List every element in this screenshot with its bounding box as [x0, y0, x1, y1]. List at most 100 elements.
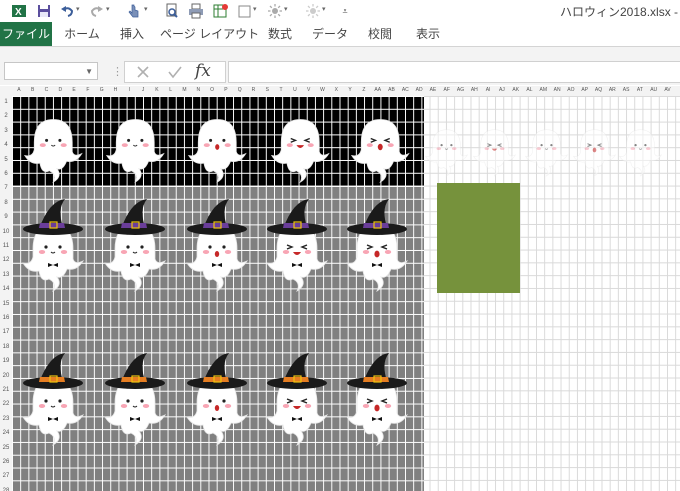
- column-header-af[interactable]: AF: [440, 87, 454, 93]
- column-header-aq[interactable]: AQ: [592, 87, 606, 93]
- column-header-x[interactable]: X: [329, 87, 343, 93]
- row-header-4[interactable]: 4: [0, 142, 12, 148]
- column-header-l[interactable]: L: [164, 87, 178, 93]
- name-box[interactable]: ▼: [4, 62, 98, 80]
- column-header-e[interactable]: E: [67, 87, 81, 93]
- enter-icon[interactable]: [163, 62, 187, 82]
- ghost-orange-hat-4-icon[interactable]: [262, 348, 332, 453]
- print-icon[interactable]: [186, 1, 206, 21]
- print-area-icon[interactable]: [210, 1, 232, 21]
- contrast-icon[interactable]: [304, 1, 322, 21]
- column-header-al[interactable]: AL: [523, 87, 537, 93]
- tab-view[interactable]: 表示: [410, 22, 446, 46]
- row-header-17[interactable]: 17: [0, 329, 12, 335]
- formula-bar-grip-icon[interactable]: ⋮: [112, 65, 123, 78]
- shape-dropdown-icon[interactable]: ▾: [253, 5, 257, 13]
- ghost-purple-hat-3-icon[interactable]: [182, 194, 252, 299]
- name-box-dropdown-icon[interactable]: ▼: [85, 63, 93, 81]
- ghost-orange-hat-3-icon[interactable]: [182, 348, 252, 453]
- column-header-w[interactable]: W: [316, 87, 330, 93]
- tab-insert[interactable]: 挿入: [112, 22, 152, 46]
- column-header-d[interactable]: D: [53, 87, 67, 93]
- green-rectangle-shape[interactable]: [437, 183, 520, 293]
- tab-data[interactable]: データ: [308, 22, 352, 46]
- column-header-k[interactable]: K: [150, 87, 164, 93]
- brightness-dropdown-icon[interactable]: ▾: [284, 5, 288, 13]
- column-header-r[interactable]: R: [247, 87, 261, 93]
- row-header-8[interactable]: 8: [0, 200, 12, 206]
- tab-file[interactable]: ファイル: [0, 22, 52, 46]
- row-header-21[interactable]: 21: [0, 387, 12, 393]
- undo-dropdown-icon[interactable]: ▾: [76, 5, 80, 13]
- insert-function-icon[interactable]: fx: [195, 61, 211, 81]
- row-header-5[interactable]: 5: [0, 157, 12, 163]
- row-header-19[interactable]: 19: [0, 358, 12, 364]
- column-header-aa[interactable]: AA: [371, 87, 385, 93]
- ghost-plain-faded-5-icon[interactable]: [616, 108, 665, 183]
- column-header-ag[interactable]: AG: [454, 87, 468, 93]
- column-header-an[interactable]: AN: [550, 87, 564, 93]
- row-header-26[interactable]: 26: [0, 459, 12, 465]
- row-header-13[interactable]: 13: [0, 272, 12, 278]
- column-header-h[interactable]: H: [109, 87, 123, 93]
- shape-icon[interactable]: [236, 1, 252, 21]
- row-header-24[interactable]: 24: [0, 430, 12, 436]
- ghost-purple-hat-1-icon[interactable]: [18, 194, 88, 299]
- touch-dropdown-icon[interactable]: ▾: [144, 5, 148, 13]
- ghost-plain-faded-3-icon[interactable]: [522, 108, 571, 183]
- column-header-g[interactable]: G: [95, 87, 109, 93]
- ghost-plain-faded-4-icon[interactable]: [570, 108, 619, 183]
- customize-qat-icon[interactable]: ⩡: [338, 1, 352, 21]
- row-header-20[interactable]: 20: [0, 373, 12, 379]
- row-header-3[interactable]: 3: [0, 128, 12, 134]
- ghost-orange-hat-2-icon[interactable]: [100, 348, 170, 453]
- ghost-plain-1-icon[interactable]: [20, 96, 87, 190]
- ghost-plain-4-icon[interactable]: [267, 96, 334, 190]
- column-header-y[interactable]: Y: [343, 87, 357, 93]
- column-header-b[interactable]: B: [26, 87, 40, 93]
- column-header-j[interactable]: J: [136, 87, 150, 93]
- tab-page-layout[interactable]: ページ レイアウト: [160, 22, 259, 46]
- column-header-a[interactable]: A: [12, 87, 26, 93]
- row-header-2[interactable]: 2: [0, 113, 12, 119]
- ghost-purple-hat-4-icon[interactable]: [262, 194, 332, 299]
- column-header-z[interactable]: Z: [357, 87, 371, 93]
- undo-icon[interactable]: [58, 1, 76, 21]
- row-header-10[interactable]: 10: [0, 229, 12, 235]
- tab-formulas[interactable]: 数式: [262, 22, 298, 46]
- column-header-c[interactable]: C: [40, 87, 54, 93]
- column-header-o[interactable]: O: [205, 87, 219, 93]
- column-header-as[interactable]: AS: [619, 87, 633, 93]
- row-header-22[interactable]: 22: [0, 401, 12, 407]
- tab-home[interactable]: ホーム: [58, 22, 106, 46]
- column-header-au[interactable]: AU: [647, 87, 661, 93]
- contrast-dropdown-icon[interactable]: ▾: [322, 5, 326, 13]
- column-header-ap[interactable]: AP: [578, 87, 592, 93]
- column-header-ab[interactable]: AB: [385, 87, 399, 93]
- ghost-purple-hat-5-icon[interactable]: [342, 194, 412, 299]
- ghost-plain-2-icon[interactable]: [102, 96, 169, 190]
- column-header-t[interactable]: T: [274, 87, 288, 93]
- ghost-purple-hat-2-icon[interactable]: [100, 194, 170, 299]
- ghost-orange-hat-5-icon[interactable]: [342, 348, 412, 453]
- column-header-ah[interactable]: AH: [467, 87, 481, 93]
- row-header-1[interactable]: 1: [0, 99, 12, 105]
- column-header-am[interactable]: AM: [536, 87, 550, 93]
- worksheet-grid[interactable]: [12, 96, 680, 491]
- column-header-ak[interactable]: AK: [509, 87, 523, 93]
- cancel-icon[interactable]: [131, 62, 155, 82]
- tab-review[interactable]: 校閲: [362, 22, 398, 46]
- row-header-6[interactable]: 6: [0, 171, 12, 177]
- row-header-9[interactable]: 9: [0, 214, 12, 220]
- ghost-plain-faded-1-icon[interactable]: [422, 108, 471, 183]
- column-header-v[interactable]: V: [302, 87, 316, 93]
- row-header-16[interactable]: 16: [0, 315, 12, 321]
- formula-input[interactable]: [228, 61, 680, 83]
- column-header-m[interactable]: M: [178, 87, 192, 93]
- redo-icon[interactable]: [88, 1, 106, 21]
- row-header-14[interactable]: 14: [0, 286, 12, 292]
- column-header-ac[interactable]: AC: [398, 87, 412, 93]
- column-header-u[interactable]: U: [288, 87, 302, 93]
- row-header-25[interactable]: 25: [0, 445, 12, 451]
- column-header-p[interactable]: P: [219, 87, 233, 93]
